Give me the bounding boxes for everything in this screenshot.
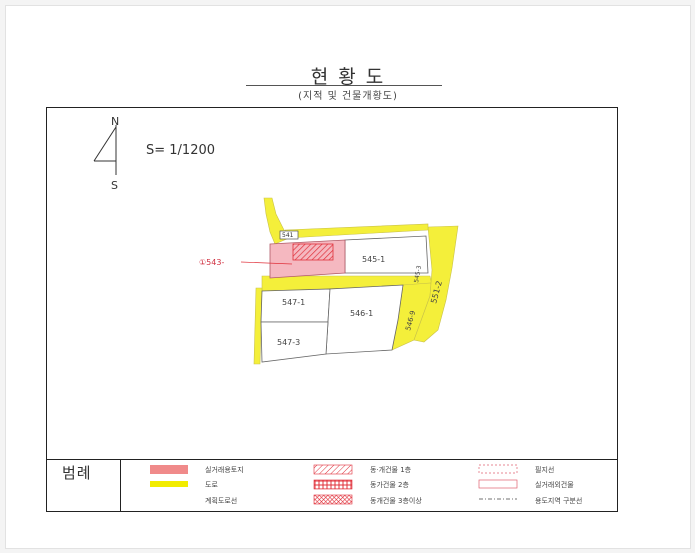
legend-title: 범례 — [62, 464, 92, 482]
legend-swatch-other-building — [478, 479, 518, 489]
legend-label-planned-road: 계획도로선 — [205, 497, 238, 505]
legend-swatch-target — [150, 465, 188, 474]
legend-label-target: 실거래용토지 — [205, 466, 244, 474]
legend-label-floor2: 동가건물 2층 — [370, 481, 409, 489]
legend-swatch-parcel-line — [478, 464, 518, 474]
road-north-strip — [284, 223, 429, 239]
label-546-1: 546-1 — [350, 309, 373, 318]
legend-label-parcel-line: 필지선 — [535, 466, 555, 474]
label-545-1: 545-1 — [362, 255, 385, 264]
legend-label-floor1: 동·개건물 1층 — [370, 466, 412, 474]
label-547-1: 547-1 — [282, 298, 305, 307]
legend-label-road: 도로 — [205, 481, 218, 489]
legend-label-other-building: 실거래외건물 — [535, 481, 574, 489]
label-541: 541 — [282, 232, 294, 239]
label-547-3: 547-3 — [277, 338, 300, 347]
legend-swatch-floor2 — [313, 479, 353, 490]
legend-label-floor3: 동개건물 3층이상 — [370, 497, 422, 505]
legend-hatch-swatches — [313, 464, 353, 505]
legend-line-swatches — [478, 464, 518, 500]
legend-divider — [46, 459, 618, 460]
legend-swatch-floor3 — [313, 494, 353, 505]
label-543: ①543- — [199, 258, 224, 267]
legend-swatch-floor1 — [313, 464, 353, 475]
parcel-546-1 — [325, 284, 404, 355]
legend-separator — [120, 459, 121, 511]
legend-label-zone-line: 용도지역 구분선 — [535, 497, 583, 505]
legend-swatch-road — [150, 481, 188, 487]
building-hatched — [292, 243, 334, 261]
